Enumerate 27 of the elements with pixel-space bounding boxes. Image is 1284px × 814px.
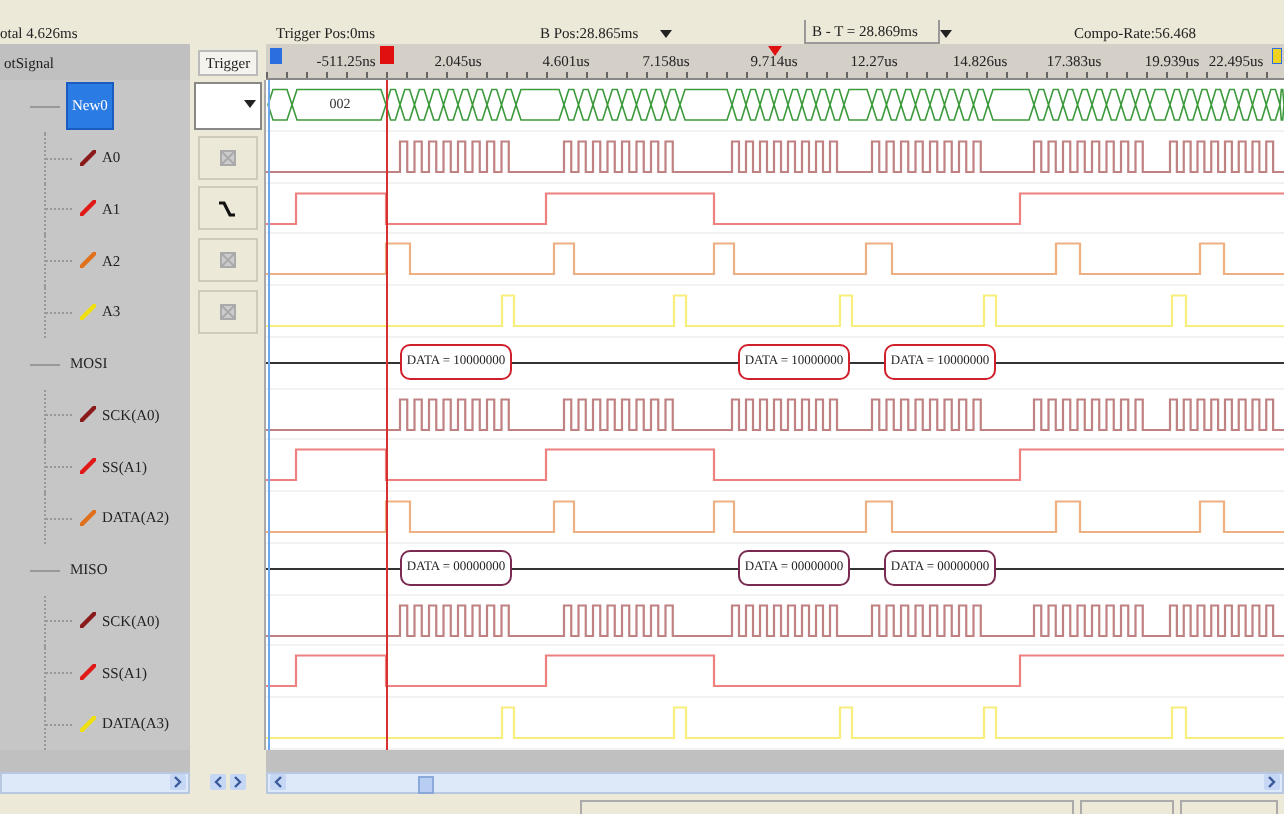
dont-care-icon <box>219 149 235 166</box>
trigger-button[interactable] <box>197 186 257 231</box>
right-chevron-icon <box>1268 776 1276 789</box>
falling-edge-icon <box>218 199 236 218</box>
tree-connector-line <box>30 105 60 108</box>
tree-connector-line <box>30 569 60 572</box>
trigger-marker-icon[interactable] <box>380 46 394 64</box>
dropdown-caret-icon[interactable] <box>660 29 672 37</box>
dropdown-caret-icon[interactable] <box>243 99 255 108</box>
scrollbar-thumb[interactable] <box>418 775 434 794</box>
dont-care-icon <box>219 252 235 269</box>
left-chevron-icon <box>214 776 222 789</box>
right-chevron-icon <box>234 776 242 789</box>
scroll-left-button[interactable] <box>210 774 226 791</box>
start-marker-icon[interactable] <box>270 48 282 64</box>
tree-connector-line <box>30 363 60 366</box>
tree-scrollbar[interactable] <box>0 771 190 794</box>
timeline-scrollbar[interactable] <box>266 771 1284 794</box>
right-chevron-icon <box>174 776 182 789</box>
dont-care-icon <box>219 303 235 320</box>
left-chevron-icon <box>274 776 282 789</box>
dropdown-caret-icon[interactable] <box>940 29 952 37</box>
cursor-marker-icon[interactable] <box>768 46 782 56</box>
scroll-right-button[interactable] <box>230 774 246 791</box>
status-panel <box>1080 799 1174 814</box>
status-panel <box>1180 799 1278 814</box>
end-marker-icon[interactable] <box>1272 48 1282 64</box>
